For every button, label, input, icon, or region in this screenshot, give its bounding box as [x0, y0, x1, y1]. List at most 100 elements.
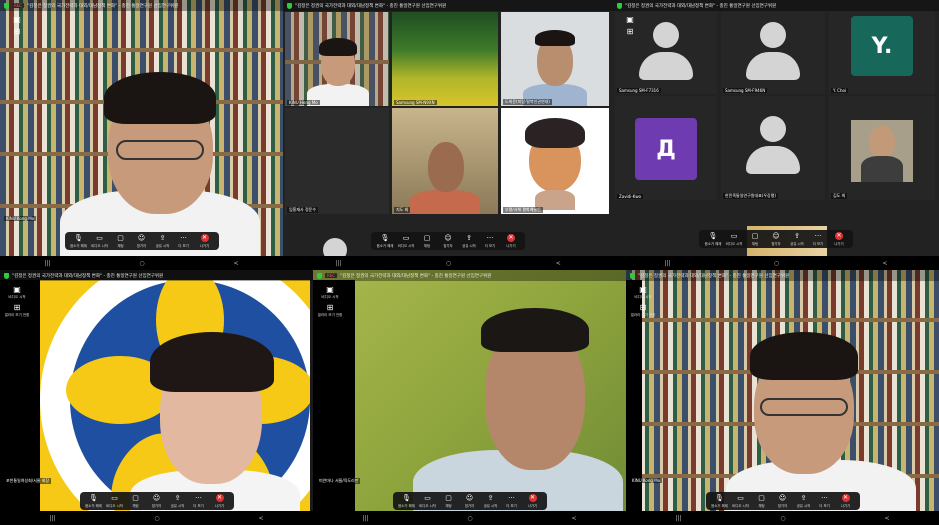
mute-button[interactable]: 🎙 음소거 해제 — [70, 234, 88, 248]
back-button[interactable]: < — [259, 515, 264, 522]
home-button[interactable]: ○ — [780, 515, 785, 522]
participants-button[interactable]: ☺ 참가자 — [774, 494, 792, 508]
participant-name: 김도 희 — [831, 193, 848, 199]
meeting-title[interactable]: "김정은 정권의 국가전략과 대외/대남정책 변화" - 충진 통일연구원 선임… — [12, 273, 163, 279]
leave-button[interactable]: ✕ 나가기 — [524, 494, 542, 508]
video-tile[interactable]: 김도 희 — [829, 96, 935, 200]
chat-button[interactable]: ▢ 채팅 — [127, 494, 145, 508]
video-start-button[interactable]: ▣ 비디오 시작 — [630, 286, 656, 300]
video-tile[interactable]: 지도 회 — [392, 108, 498, 214]
chat-button[interactable]: ▢ 채팅 — [746, 232, 764, 246]
speaker-hair — [750, 332, 858, 380]
more-button[interactable]: ··· 더 보기 — [503, 494, 521, 508]
back-button[interactable]: < — [572, 515, 577, 522]
video-tile[interactable]: 한민족통일연구원대표(우강평) — [721, 96, 825, 200]
participants-button[interactable]: ☺ 참가자 — [439, 234, 457, 248]
home-button[interactable]: ○ — [154, 515, 159, 522]
more-button[interactable]: ··· 더 보기 — [809, 232, 827, 246]
video-start-button[interactable]: ▣ — [4, 16, 30, 24]
participants-button[interactable]: ☺ 참가자 — [767, 232, 785, 246]
recent-apps-button[interactable]: ||| — [665, 260, 671, 267]
meeting-title[interactable]: "김정은 정권의 국가전략과 대외/대남정책 변화" - 충진 통일연구원 선임… — [27, 3, 178, 9]
gallery-view-button[interactable]: ⊞ 갤러리 보기 전환 — [4, 304, 30, 318]
more-button[interactable]: ··· 더 보기 — [816, 494, 834, 508]
video-tile[interactable]: 임흥재사 정운수 — [285, 108, 389, 214]
video-start-button[interactable]: ▣ — [617, 16, 643, 24]
video-start-button[interactable]: ▣ 비디오 시작 — [317, 286, 343, 300]
video-button[interactable]: ▭ 비디오 시작 — [106, 494, 124, 508]
shield-icon — [630, 272, 635, 279]
zoom-panel-3: "김정은 정권의 국가전략과 대외/대남정책 변화" - 충진 통일연구원 선임… — [613, 0, 939, 270]
participant-hair — [319, 38, 357, 56]
home-button[interactable]: ○ — [467, 515, 472, 522]
video-start-button[interactable]: ▣ 비디오 시작 — [4, 286, 30, 300]
video-button[interactable]: ▭ 비디오 시작 — [419, 494, 437, 508]
share-button[interactable]: ⇪ 공유 시작 — [795, 494, 813, 508]
video-button[interactable]: ▭ 비디오 시작 — [732, 494, 750, 508]
gallery-view-button[interactable]: ⊞ — [617, 28, 643, 36]
chat-button[interactable]: ▢ 채팅 — [112, 234, 130, 248]
mic-icon: 🎙 — [402, 494, 411, 502]
video-button[interactable]: ▭ 비디오 시작 — [91, 234, 109, 248]
video-tile[interactable]: Samsung SM-F946N — [721, 12, 825, 94]
chat-button[interactable]: ▢ 채팅 — [440, 494, 458, 508]
participants-button[interactable]: ☺ 참가자 — [133, 234, 151, 248]
home-button[interactable]: ○ — [774, 260, 779, 267]
more-button[interactable]: ··· 더 보기 — [175, 234, 193, 248]
leave-button[interactable]: ✕ 나가기 — [837, 494, 855, 508]
leave-button[interactable]: ✕ 나가기 — [196, 234, 214, 248]
share-button[interactable]: ⇪ 공유 시작 — [482, 494, 500, 508]
meeting-title[interactable]: "김정은 정권의 국가전략과 대외/대남정책 변화" - 충진 통일연구원 선임… — [295, 3, 446, 9]
recent-apps-button[interactable]: ||| — [675, 515, 681, 522]
recent-apps-button[interactable]: ||| — [335, 260, 341, 267]
meeting-title[interactable]: "김정은 정권의 국가전략과 대외/대남정책 변화" - 충진 통일연구원 선임… — [340, 273, 491, 279]
meeting-topbar: "김정은 정권의 국가전략과 대외/대남정책 변화" - 충진 통일연구원 선임… — [0, 270, 313, 281]
chat-button[interactable]: ▢ 채팅 — [418, 234, 436, 248]
leave-button[interactable]: ✕ 나가기 — [502, 234, 520, 248]
recent-apps-button[interactable]: ||| — [49, 515, 55, 522]
video-tile[interactable]: 부평/서해 평화예술인 — [501, 108, 609, 214]
video-button[interactable]: ▭ 비디오 시작 — [725, 232, 743, 246]
back-button[interactable]: < — [885, 515, 890, 522]
leave-button[interactable]: ✕ 나가기 — [211, 494, 229, 508]
chat-button[interactable]: ▢ 채팅 — [753, 494, 771, 508]
participant-shirt — [861, 156, 903, 182]
video-tile[interactable]: KINU Hong Mo — [285, 12, 389, 106]
gallery-view-button[interactable]: ⊞ 갤러리 보기 전환 — [630, 304, 656, 318]
share-button[interactable]: ⇪ 공유 시작 — [788, 232, 806, 246]
participant-name: KINU Kong Mo — [630, 478, 663, 483]
share-button[interactable]: ⇪ 공유 시작 — [169, 494, 187, 508]
home-button[interactable]: ○ — [446, 260, 451, 267]
back-button[interactable]: < — [556, 260, 561, 267]
back-button[interactable]: < — [234, 260, 239, 267]
video-tile[interactable]: Д Zavidi-Kwo — [615, 96, 717, 200]
participants-button[interactable]: ☺ 참가자 — [461, 494, 479, 508]
avatar-hair — [525, 118, 585, 148]
mute-button[interactable]: 🎙 음소거 해제 — [376, 234, 394, 248]
mute-button[interactable]: 🎙 음소거 해제 — [704, 232, 722, 246]
more-button[interactable]: ··· 더 보기 — [481, 234, 499, 248]
video-icon: ▭ — [111, 494, 118, 502]
video-button[interactable]: ▭ 비디오 시작 — [397, 234, 415, 248]
participants-button[interactable]: ☺ 참가자 — [148, 494, 166, 508]
video-tile[interactable]: Samsung SM-N9XN — [392, 12, 498, 106]
mute-button[interactable]: 🎙 음소거 해제 — [85, 494, 103, 508]
meeting-title[interactable]: "김정은 정권의 국가전략과 대외/대남정책 변화" - 충진 통일연구원 선임… — [638, 273, 789, 279]
recent-apps-button[interactable]: ||| — [362, 515, 368, 522]
video-tile[interactable]: 도희윤(피랍·탈북인권연대) — [501, 12, 609, 106]
gallery-view-button[interactable]: ⊞ 갤러리 보기 전환 — [317, 304, 343, 318]
share-icon: ⇪ — [159, 234, 166, 242]
home-button[interactable]: ○ — [139, 260, 144, 267]
meeting-title[interactable]: "김정은 정권의 국가전략과 대외/대남정책 변화" - 충진 통일연구원 선임… — [625, 3, 776, 9]
glasses — [760, 398, 848, 416]
recent-apps-button[interactable]: ||| — [44, 260, 50, 267]
video-tile[interactable]: Y. Y. Choi — [829, 12, 935, 94]
share-button[interactable]: ⇪ 공유 시작 — [460, 234, 478, 248]
gallery-view-button[interactable]: ⊞ — [4, 28, 30, 36]
more-button[interactable]: ··· 더 보기 — [190, 494, 208, 508]
leave-button[interactable]: ✕ 나가기 — [830, 232, 848, 246]
back-button[interactable]: < — [882, 260, 887, 267]
mute-button[interactable]: 🎙 음소거 해제 — [398, 494, 416, 508]
share-button[interactable]: ⇪ 공유 시작 — [154, 234, 172, 248]
mute-button[interactable]: 🎙 음소거 해제 — [711, 494, 729, 508]
